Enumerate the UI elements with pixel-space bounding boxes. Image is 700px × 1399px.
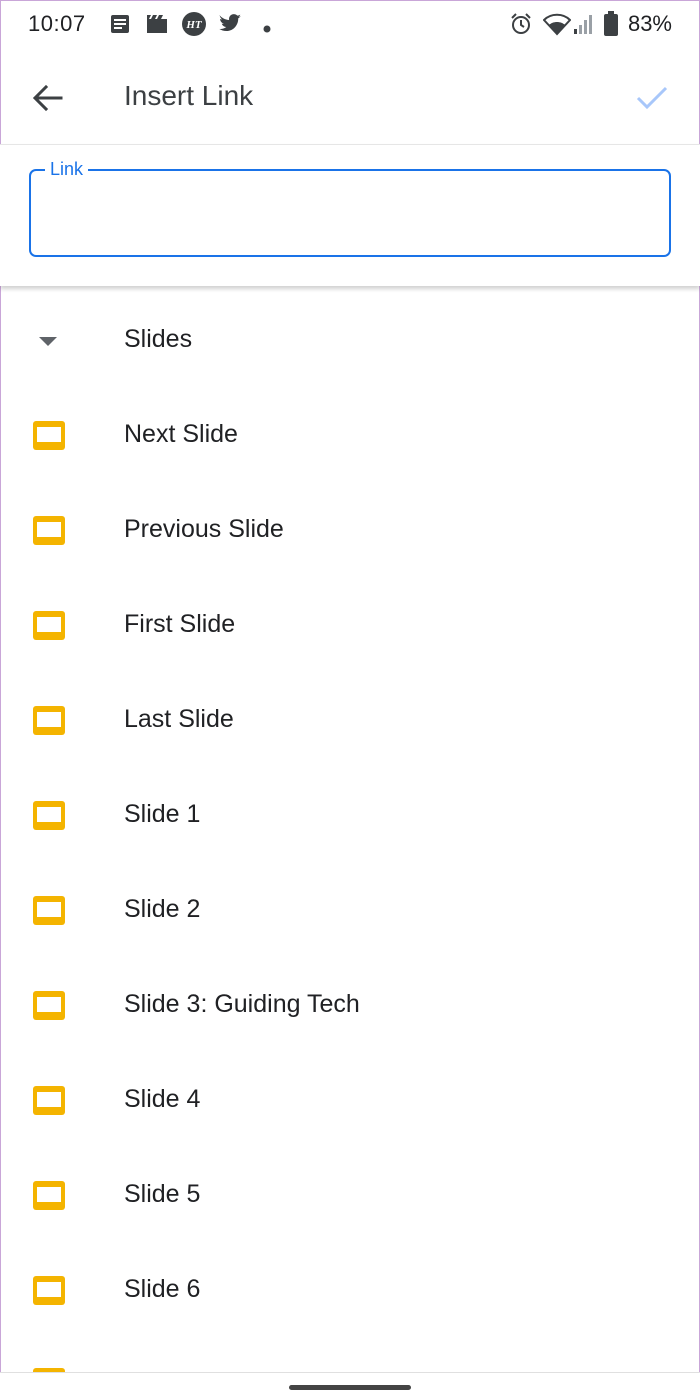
list-item-label: Slide 6 (124, 1275, 201, 1303)
slides-list: Slides Next Slide Previous Slide First S… (0, 293, 700, 1338)
list-item-label: Previous Slide (124, 515, 284, 543)
list-item-slide-3[interactable]: Slide 3: Guiding Tech (0, 958, 700, 1053)
news-icon (110, 13, 130, 40)
list-item-label: Next Slide (124, 420, 238, 448)
dot-icon (263, 20, 271, 38)
list-item-slide-4[interactable]: Slide 4 (0, 1053, 700, 1148)
home-handle[interactable] (289, 1385, 411, 1390)
list-item-first-slide[interactable]: First Slide (0, 578, 700, 673)
link-field-label: Link (45, 159, 89, 180)
list-item-label: Slide 2 (124, 895, 201, 923)
back-button[interactable] (22, 72, 74, 124)
link-input-panel: Link (0, 144, 700, 286)
list-item-last-slide[interactable]: Last Slide (0, 673, 700, 768)
list-item-slide-5[interactable]: Slide 5 (0, 1148, 700, 1243)
list-item-previous-slide[interactable]: Previous Slide (0, 483, 700, 578)
signal-icon (573, 13, 593, 40)
section-label: Slides (124, 325, 193, 353)
caret-down-icon (39, 337, 57, 346)
slide-icon (33, 991, 65, 1020)
page-title: Insert Link (124, 80, 254, 111)
confirm-button[interactable] (626, 72, 678, 124)
link-field[interactable]: Link (29, 159, 671, 257)
list-item-label: Slide 4 (124, 1085, 201, 1113)
wifi-icon (542, 12, 572, 41)
status-bar: 10:07 HT 83% (0, 0, 700, 50)
slide-icon (33, 706, 65, 735)
twitter-icon (219, 13, 243, 40)
slide-icon (33, 516, 65, 545)
navigation-bar (0, 1372, 700, 1399)
slide-icon (33, 1086, 65, 1115)
slide-icon (33, 896, 65, 925)
check-icon (636, 86, 668, 110)
link-input[interactable] (47, 195, 647, 235)
slides-section-header[interactable]: Slides (0, 293, 700, 388)
list-item-slide-6[interactable]: Slide 6 (0, 1243, 700, 1338)
list-item-label: Slide 3: Guiding Tech (124, 990, 360, 1018)
alarm-icon (509, 12, 533, 41)
slide-icon (33, 611, 65, 640)
ht-icon: HT (181, 11, 207, 42)
app-toolbar: Insert Link (0, 50, 700, 144)
list-item-label: Slide 5 (124, 1180, 201, 1208)
list-item-label: Slide 1 (124, 800, 201, 828)
slide-icon (33, 1276, 65, 1305)
battery-icon (604, 11, 618, 42)
list-item-slide-1[interactable]: Slide 1 (0, 768, 700, 863)
slide-icon (33, 1181, 65, 1210)
clapper-icon (146, 13, 168, 40)
list-item-label: Last Slide (124, 705, 234, 733)
status-time: 10:07 (28, 11, 86, 36)
slide-icon (33, 801, 65, 830)
list-item-label: First Slide (124, 610, 236, 638)
slide-icon (33, 421, 65, 450)
svg-text:HT: HT (185, 19, 203, 31)
battery-percentage: 83% (627, 11, 672, 36)
list-item-slide-2[interactable]: Slide 2 (0, 863, 700, 958)
list-item-next-slide[interactable]: Next Slide (0, 388, 700, 483)
arrow-back-icon (33, 84, 63, 112)
